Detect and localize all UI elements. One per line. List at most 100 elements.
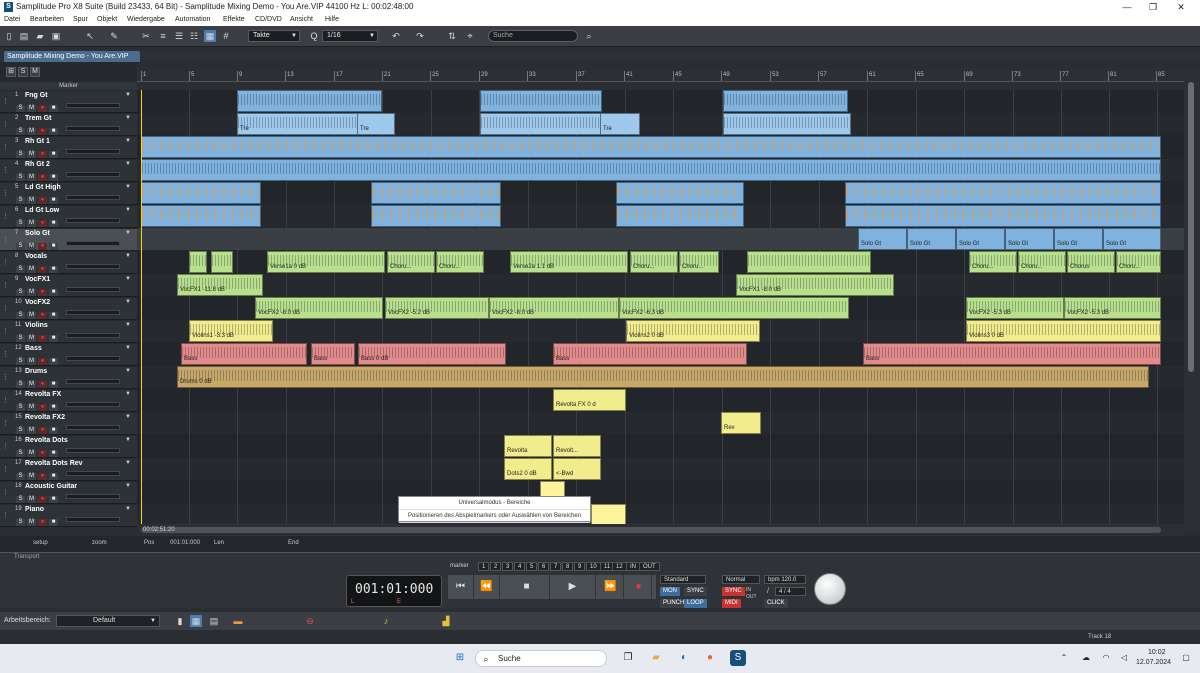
volume-fader[interactable] — [66, 356, 120, 361]
track-header[interactable]: ⋮ 12 Bass ▼ S M ● ■ — [0, 344, 137, 366]
audio-clip[interactable]: Bass — [863, 343, 1161, 365]
audio-clip[interactable] — [371, 205, 501, 227]
track-header[interactable]: ⋮ 10 VocFX2 ▼ S M ● ■ — [0, 298, 137, 320]
record-arm-button[interactable]: ● — [38, 473, 47, 480]
search-input[interactable]: Suche — [488, 30, 578, 42]
monitor-button[interactable]: ■ — [49, 289, 58, 296]
global-mute-button[interactable]: M — [30, 67, 40, 77]
mute-button[interactable]: M — [27, 381, 36, 388]
menu-edit[interactable]: Bearbeiten — [30, 14, 64, 26]
track-header[interactable]: ⋮ 9 VocFX1 ▼ S M ● ■ — [0, 275, 137, 297]
audio-clip[interactable]: Bass 0 dB — [358, 343, 506, 365]
audio-clip[interactable]: Verse1a 0 dB — [267, 251, 385, 273]
track-header[interactable]: ⋮ 16 Revolta Dots ▼ S M ● ■ — [0, 436, 137, 458]
track-lane[interactable] — [137, 274, 1184, 296]
audio-clip[interactable]: Violins3 0 dB — [966, 320, 1161, 342]
playhead-cursor[interactable] — [141, 90, 142, 524]
monitor-button[interactable]: ■ — [49, 266, 58, 273]
mute-button[interactable]: M — [27, 174, 36, 181]
eq-icon[interactable]: ⊖ — [304, 615, 316, 627]
audio-clip[interactable] — [237, 90, 382, 112]
list-icon[interactable]: ☰ — [173, 30, 185, 42]
track-header[interactable]: ⋮ 11 Violins ▼ S M ● ■ — [0, 321, 137, 343]
expand-icon[interactable]: ▼ — [125, 506, 131, 512]
track-name[interactable]: Revolta FX2 — [25, 414, 65, 421]
mute-button[interactable]: M — [27, 243, 36, 250]
setup-label[interactable]: setup — [33, 540, 48, 546]
track-name[interactable]: VocFX1 — [25, 276, 50, 283]
monitor-button[interactable]: ■ — [49, 404, 58, 411]
track-lane[interactable] — [137, 435, 1184, 457]
rewind-icon[interactable]: ⏪ — [474, 575, 500, 599]
track-name[interactable]: Fng Gt — [25, 92, 48, 99]
track-header[interactable]: ⋮ 6 Ld Gt Low ▼ S M ● ■ — [0, 206, 137, 228]
expand-icon[interactable]: ▼ — [125, 230, 131, 236]
workspace-select[interactable]: Default ▼ — [56, 615, 160, 627]
monitor-button[interactable]: ■ — [49, 151, 58, 158]
volume-fader[interactable] — [66, 425, 120, 430]
close-button[interactable]: ✕ — [1168, 0, 1194, 14]
zoom-label[interactable]: zoom — [92, 540, 107, 546]
solo-button[interactable]: S — [16, 335, 25, 342]
audio-clip[interactable]: <-Bwd — [553, 458, 601, 480]
stop-icon[interactable]: ■ — [504, 575, 550, 599]
record-arm-button[interactable]: ● — [38, 220, 47, 227]
audio-clip[interactable] — [141, 136, 1161, 158]
track-name[interactable]: Vocals — [25, 253, 47, 260]
menu-file[interactable]: Datei — [4, 14, 20, 26]
audio-clip[interactable] — [141, 205, 261, 227]
mute-button[interactable]: M — [27, 496, 36, 503]
mute-button[interactable]: M — [27, 473, 36, 480]
volume-fader[interactable] — [66, 402, 120, 407]
track-name[interactable]: Ld Gt High — [25, 184, 61, 191]
track-name[interactable]: Trem Gt — [25, 115, 51, 122]
audio-clip[interactable]: Solo Gt — [956, 228, 1005, 250]
track-header[interactable]: ⋮ 5 Ld Gt High ▼ S M ● ■ — [0, 183, 137, 205]
mute-button[interactable]: M — [27, 151, 36, 158]
marker-4[interactable]: 4 — [514, 562, 526, 571]
menu-effects[interactable]: Effekte — [223, 14, 245, 26]
menu-track[interactable]: Spur — [73, 14, 88, 26]
wifi-icon[interactable]: ◠ — [1098, 650, 1114, 666]
quantize-icon[interactable]: Q — [308, 30, 320, 42]
monitor-button[interactable]: ■ — [49, 473, 58, 480]
record-arm-button[interactable]: ● — [38, 289, 47, 296]
solo-button[interactable]: S — [16, 289, 25, 296]
track-header[interactable]: ⋮ 3 Rh Gt 1 ▼ S M ● ■ — [0, 137, 137, 159]
expand-icon[interactable]: ▼ — [125, 276, 131, 282]
expand-icon[interactable]: ▼ — [125, 368, 131, 374]
taskbar-search-input[interactable]: Suche — [475, 650, 607, 667]
expand-icon[interactable]: ▼ — [125, 299, 131, 305]
audio-clip[interactable] — [591, 504, 626, 524]
audio-clip[interactable] — [723, 113, 851, 135]
menu-object[interactable]: Objekt — [97, 14, 117, 26]
audio-clip[interactable] — [616, 205, 744, 227]
timeline-ruler[interactable]: 1 5 9 13 17 21 25 29 33 37 41 45 49 53 5… — [137, 70, 1184, 82]
track-lane[interactable] — [137, 412, 1184, 434]
record-arm-button[interactable]: ● — [38, 174, 47, 181]
track-name[interactable]: Rh Gt 1 — [25, 138, 50, 145]
mute-button[interactable]: M — [27, 335, 36, 342]
marker-9[interactable]: 9 — [574, 562, 586, 571]
marker-6[interactable]: 6 — [538, 562, 550, 571]
solo-button[interactable]: S — [16, 266, 25, 273]
audio-clip[interactable]: Tre — [357, 113, 395, 135]
layout2-icon[interactable]: ▦ — [190, 615, 202, 627]
solo-button[interactable]: S — [16, 312, 25, 319]
volume-fader[interactable] — [66, 379, 120, 384]
track-lane[interactable] — [137, 481, 1184, 503]
audio-clip[interactable]: Rev — [721, 412, 761, 434]
volume-fader[interactable] — [66, 195, 120, 200]
maximize-button[interactable]: ❐ — [1140, 0, 1166, 14]
track-header-selected[interactable]: ⋮ 7 Solo Gt ▼ S M ● ■ — [0, 229, 137, 251]
solo-button[interactable]: S — [16, 174, 25, 181]
volume-fader[interactable] — [66, 333, 120, 338]
edge-icon[interactable]: ◐ — [676, 650, 692, 666]
audio-clip[interactable]: Dots2 0 dB — [504, 458, 552, 480]
audio-clip[interactable] — [747, 251, 871, 273]
scroll-thumb[interactable] — [1188, 82, 1194, 372]
volume-fader[interactable] — [66, 126, 120, 131]
expand-icon[interactable]: ▼ — [125, 345, 131, 351]
track-header[interactable]: ⋮ 15 Revolta FX2 ▼ S M ● ■ — [0, 413, 137, 435]
audio-clip[interactable]: VocFX2 -8.0 dB — [489, 297, 619, 319]
